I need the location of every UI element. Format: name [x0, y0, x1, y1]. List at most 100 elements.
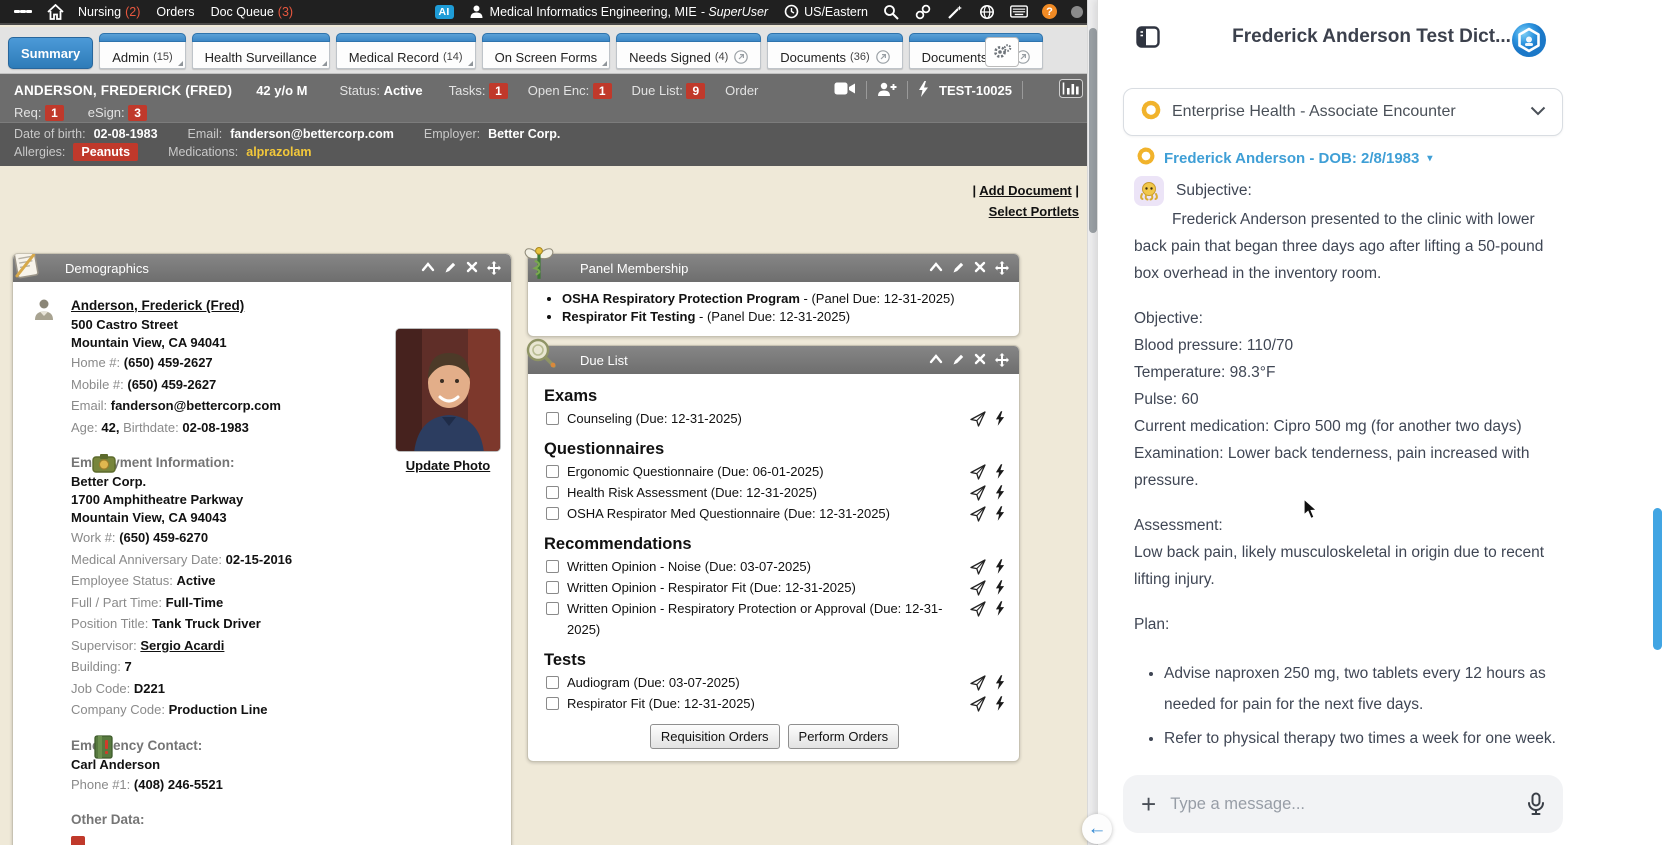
perform-now-bolt-icon[interactable] [995, 485, 1005, 501]
home-icon[interactable] [46, 3, 64, 21]
note-line: Examination: Lower back tenderness, pain… [1134, 445, 1530, 489]
medications-value[interactable]: alprazolam [246, 145, 311, 159]
edit-portlet-icon[interactable] [952, 261, 965, 275]
assistant-logo[interactable] [1511, 22, 1547, 58]
top-nav-item[interactable]: Doc Queue (3) [211, 5, 294, 19]
send-requisition-icon[interactable] [970, 580, 986, 596]
perform-now-bolt-icon[interactable] [995, 559, 1005, 575]
due-list-header[interactable]: Due List [526, 338, 1019, 374]
perform-now-bolt-icon[interactable] [995, 580, 1005, 596]
due-item-checkbox[interactable] [546, 412, 559, 425]
flowsheet-chart-icon[interactable] [1059, 79, 1083, 101]
req-count-badge[interactable]: 1 [45, 105, 64, 121]
due-list-action-button[interactable]: Perform Orders [787, 724, 900, 749]
attach-plus-button[interactable]: + [1141, 791, 1156, 817]
microphone-icon[interactable] [1527, 792, 1545, 816]
perform-now-bolt-icon[interactable] [995, 675, 1005, 691]
telehealth-camera-icon[interactable] [834, 81, 856, 99]
perform-now-bolt-icon[interactable] [995, 601, 1005, 617]
ai-badge[interactable]: AI [434, 4, 454, 19]
open-enc-count-badge[interactable]: 1 [592, 82, 612, 99]
top-nav-item[interactable]: Orders [156, 5, 194, 19]
hamburger-menu-icon[interactable] [14, 3, 32, 21]
move-portlet-icon[interactable] [995, 261, 1009, 275]
globe-icon[interactable] [978, 3, 996, 21]
send-requisition-icon[interactable] [970, 411, 986, 427]
patient-name-link[interactable]: Anderson, Frederick (Fred) [71, 296, 244, 316]
due-section-heading: Recommendations [544, 535, 692, 553]
session-title-dropdown[interactable]: Frederick Anderson Test Dict...▼ [1098, 26, 1665, 48]
close-portlet-icon[interactable] [974, 261, 986, 275]
due-item-checkbox[interactable] [546, 486, 559, 499]
send-requisition-icon[interactable] [970, 601, 986, 617]
order-link[interactable]: Order [725, 83, 758, 98]
open-in-new-icon[interactable] [734, 50, 749, 64]
chart-tab[interactable]: Needs Signed (4) [616, 33, 762, 69]
due-item-checkbox[interactable] [546, 602, 559, 615]
chart-tab[interactable]: Admin (15) [99, 33, 187, 69]
chart-tab[interactable]: Medical Record (14) [335, 33, 476, 69]
send-requisition-icon[interactable] [970, 559, 986, 575]
due-list-action-button[interactable]: Requisition Orders [649, 724, 780, 749]
update-photo-link[interactable]: Update Photo [406, 458, 491, 473]
chart-tab[interactable]: Health Surveillance [191, 33, 330, 69]
move-portlet-icon[interactable] [487, 261, 501, 275]
perform-now-bolt-icon[interactable] [995, 411, 1005, 427]
collapse-portlet-icon[interactable] [929, 353, 943, 367]
chart-tab[interactable]: Documents-DV [908, 33, 1043, 69]
send-requisition-icon[interactable] [970, 485, 986, 501]
field-row: Medical Anniversary Date: 02-15-2016 [71, 551, 293, 567]
quick-action-bolt-icon[interactable] [918, 80, 929, 100]
encounter-selector[interactable]: Enterprise Health - Associate Encounter [1123, 88, 1563, 136]
send-requisition-icon[interactable] [970, 506, 986, 522]
open-in-new-icon[interactable] [875, 50, 890, 64]
select-portlets-link[interactable]: Select Portlets [989, 204, 1079, 219]
patient-context-dropdown[interactable]: Frederick Anderson - DOB: 2/8/1983 ▾ [1136, 146, 1432, 170]
move-portlet-icon[interactable] [995, 353, 1009, 367]
scrollbar-thumb[interactable] [1089, 28, 1097, 233]
allergy-chip[interactable]: Peanuts [73, 143, 139, 161]
perform-now-bolt-icon[interactable] [995, 506, 1005, 522]
edit-portlet-icon[interactable] [952, 353, 965, 367]
due-list-count-badge[interactable]: 9 [686, 82, 706, 99]
due-list-item: Audiogram (Due: 03-07-2025) [544, 672, 1005, 693]
add-document-link[interactable]: Add Document [979, 183, 1071, 198]
chart-tab[interactable]: Summary [8, 37, 94, 69]
tab-settings-gear-button[interactable] [985, 37, 1019, 67]
collapse-portlet-icon[interactable] [421, 261, 435, 275]
message-input[interactable] [1170, 794, 1513, 814]
due-item-checkbox[interactable] [546, 560, 559, 573]
help-icon[interactable]: ? [1042, 4, 1057, 19]
esign-count-badge[interactable]: 3 [128, 105, 147, 121]
send-requisition-icon[interactable] [970, 464, 986, 480]
perform-now-bolt-icon[interactable] [995, 464, 1005, 480]
due-item-checkbox[interactable] [546, 507, 559, 520]
due-item-checkbox[interactable] [546, 697, 559, 710]
magic-wand-icon[interactable] [946, 3, 964, 21]
left-panel-scrollbar[interactable] [1087, 0, 1097, 845]
expand-panel-arrow-button[interactable]: ← [1082, 814, 1112, 844]
close-portlet-icon[interactable] [466, 261, 478, 275]
add-person-icon[interactable] [877, 81, 897, 100]
chart-tab[interactable]: Documents (36) [767, 33, 903, 69]
close-portlet-icon[interactable] [974, 353, 986, 367]
demographics-portlet-header[interactable]: Demographics [13, 254, 511, 282]
due-item-checkbox[interactable] [546, 581, 559, 594]
due-item-checkbox[interactable] [546, 676, 559, 689]
current-user[interactable]: Medical Informatics Engineering, MIE - S… [468, 3, 768, 21]
tasks-count-badge[interactable]: 1 [489, 82, 508, 99]
perform-now-bolt-icon[interactable] [995, 696, 1005, 712]
timezone-indicator[interactable]: US/Eastern [782, 3, 868, 21]
keyboard-icon[interactable] [1010, 3, 1028, 21]
edit-portlet-icon[interactable] [444, 261, 457, 275]
chart-tab[interactable]: On Screen Forms [481, 33, 611, 69]
panel-membership-header[interactable]: Panel Membership [524, 246, 1019, 282]
search-icon[interactable] [882, 3, 900, 21]
collapse-portlet-icon[interactable] [929, 261, 943, 275]
due-item-checkbox[interactable] [546, 465, 559, 478]
send-requisition-icon[interactable] [970, 696, 986, 712]
assistant-scrollbar-thumb[interactable] [1653, 508, 1662, 650]
link-icon[interactable] [914, 3, 932, 21]
send-requisition-icon[interactable] [970, 675, 986, 691]
top-nav-item[interactable]: Nursing (2) [78, 5, 140, 19]
